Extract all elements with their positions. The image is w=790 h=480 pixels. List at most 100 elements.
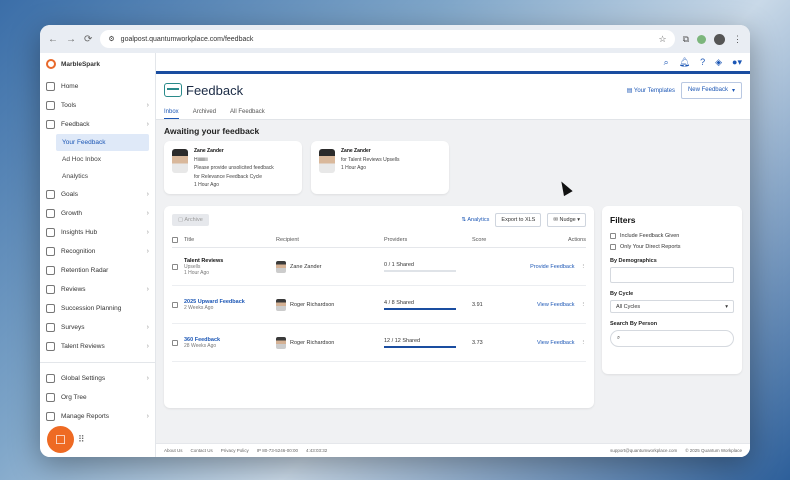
sidebar-item-manage-reports[interactable]: Manage Reports › [40,407,155,426]
browser-window: ← → ⟳ ⚙ goalpost.quantumworkplace.com/fe… [40,25,750,457]
extension-icon[interactable] [697,34,706,44]
nudge-button[interactable]: ✉ Nudge ▾ [547,213,586,227]
column-header-score: Score [472,236,487,243]
sidebar-item-feedback[interactable]: Feedback › [40,115,155,134]
analytics-link[interactable]: ⇅ Analytics [462,217,490,223]
sidebar-item-talent-reviews[interactable]: Talent Reviews › [40,337,155,356]
awaiting-card-text: Zane Zander for Talent Reviews Upsells 1 H… [341,147,400,188]
sidebar-subitem-analytics[interactable]: Analytics [40,168,155,185]
table-toolbar: ▢ Archive ⇅ Analytics Export to XLS ✉ Nu… [172,212,586,228]
tab-inbox[interactable]: Inbox [164,106,179,119]
row-score: 3.91 [472,301,483,308]
bookmark-star-icon[interactable]: ☆ [658,34,666,45]
sidebar-item-global-settings[interactable]: Global Settings › [40,369,155,388]
row-recipient: Zane Zander [276,260,384,273]
include-given-checkbox[interactable] [610,233,616,239]
direct-reports-filter[interactable]: Only Your Direct Reports [610,244,734,250]
column-header-recipient: Recipient [276,236,299,243]
chevron-icon: › [146,248,149,255]
user-avatar[interactable]: ●▾ [732,57,742,68]
support-email[interactable]: support@quantumworkplace.com [610,448,677,453]
row-actions: View Feedback ⋮ [506,302,586,308]
page-title: Feedback [186,82,244,98]
sidebar-item-insights-hub[interactable]: Insights Hub › [40,223,155,242]
row-recipient: Roger Richardson [276,336,384,349]
sidebar-subitem-your-feedback[interactable]: Your Feedback [56,134,149,151]
chat-button[interactable]: ☐ [47,426,74,453]
kebab-menu-icon[interactable]: ⋮ [581,340,587,346]
address-bar[interactable]: ⚙ goalpost.quantumworkplace.com/feedback… [100,30,675,48]
back-icon[interactable]: ← [48,34,58,45]
sidebar-item-growth[interactable]: Growth › [40,204,155,223]
kebab-menu-icon[interactable]: ⋮ [581,264,587,270]
retention-radar-icon [46,266,55,275]
drag-handle-icon[interactable]: ⠿ [78,434,85,445]
row-actions: View Feedback ⋮ [506,340,586,346]
awaiting-card-line3: for Relevance Feedback Cycle [194,173,263,180]
extensions-icon[interactable]: ⧉ [683,34,689,45]
forward-icon[interactable]: → [66,34,76,45]
row-action-link[interactable]: View Feedback [537,340,575,346]
include-given-label: Include Feedback Given [620,233,680,239]
export-xls-button[interactable]: Export to XLS [495,213,542,227]
help-icon[interactable]: ? [700,57,705,67]
archive-button[interactable]: ▢ Archive [172,214,209,226]
row-checkbox[interactable] [172,263,178,270]
analytics-label: Analytics [467,217,490,223]
reload-icon[interactable]: ⟳ [84,34,92,45]
awaiting-card-line2: Please provide unsolicited feedback [194,165,274,171]
apps-icon[interactable]: ◈ [715,57,722,68]
caret-down-icon: ▾ [725,303,728,310]
chevron-icon: › [146,413,149,420]
search-icon[interactable]: ⌕ [664,57,669,68]
footer-link[interactable]: About Us [164,448,183,453]
sidebar-item-succession-planning[interactable]: Succession Planning [40,299,155,318]
sidebar-item-surveys[interactable]: Surveys › [40,318,155,337]
profile-avatar[interactable] [714,33,725,45]
footer-right: support@quantumworkplace.com © 2025 Quan… [610,448,742,453]
cycle-value: All Cycles [616,303,641,310]
sidebar-item-org-tree[interactable]: Org Tree [40,388,155,407]
awaiting-card[interactable]: Zane Zander Hiiiiiiiii Please provide unso… [164,141,302,194]
footer-link[interactable]: Contact Us [191,448,213,453]
page-header: Feedback ▤ Your Templates New Feedback ▾ [156,74,750,106]
row-checkbox[interactable] [172,301,178,308]
notifications-bell-icon[interactable]: 🔔︎ [679,57,690,68]
footer-link[interactable]: Privacy Policy [221,448,249,453]
row-action-link[interactable]: Provide Feedback [530,264,574,270]
site-info-icon[interactable]: ⚙ [108,35,114,43]
sidebar-item-recognition[interactable]: Recognition › [40,242,155,261]
browser-menu-icon[interactable]: ⋮ [733,34,742,45]
row-action-link[interactable]: View Feedback [537,302,575,308]
direct-reports-checkbox[interactable] [610,244,616,250]
sidebar-item-goals[interactable]: Goals › [40,185,155,204]
new-feedback-button[interactable]: New Feedback ▾ [680,81,742,99]
chevron-icon: › [146,191,149,198]
sidebar-item-retention-radar[interactable]: Retention Radar [40,261,155,280]
tab-archived[interactable]: Archived [193,106,216,119]
avatar [172,149,188,173]
select-all-checkbox[interactable] [172,236,178,243]
sidebar-item-label: Org Tree [61,394,87,401]
cycle-select[interactable]: All Cycles ▾ [610,300,734,313]
providers-progress-fill [384,307,456,310]
row-checkbox[interactable] [172,339,178,346]
direct-reports-label: Only Your Direct Reports [620,244,681,250]
awaiting-card[interactable]: Zane Zander for Talent Reviews Upsells 1 H… [311,141,449,194]
sidebar-subitem-ad-hoc-inbox[interactable]: Ad Hoc Inbox [40,151,155,168]
chevron-icon: › [146,229,149,236]
chevron-icon: › [146,102,149,109]
brand[interactable]: MarbleSpark [40,57,155,77]
your-templates-link[interactable]: ▤ Your Templates [627,87,675,94]
feedback-icon [46,120,55,129]
include-given-filter[interactable]: Include Feedback Given [610,233,734,239]
feedback-icon [164,83,182,97]
sidebar-item-home[interactable]: Home [40,77,155,96]
person-search-input[interactable]: ⌕ [610,330,734,347]
sidebar-item-tools[interactable]: Tools › [40,96,155,115]
sidebar-item-reviews[interactable]: Reviews › [40,280,155,299]
sidebar-item-label: Growth [61,210,82,217]
kebab-menu-icon[interactable]: ⋮ [581,302,587,308]
tab-all-feedback[interactable]: All Feedback [230,106,265,119]
demographics-input[interactable] [610,267,734,283]
